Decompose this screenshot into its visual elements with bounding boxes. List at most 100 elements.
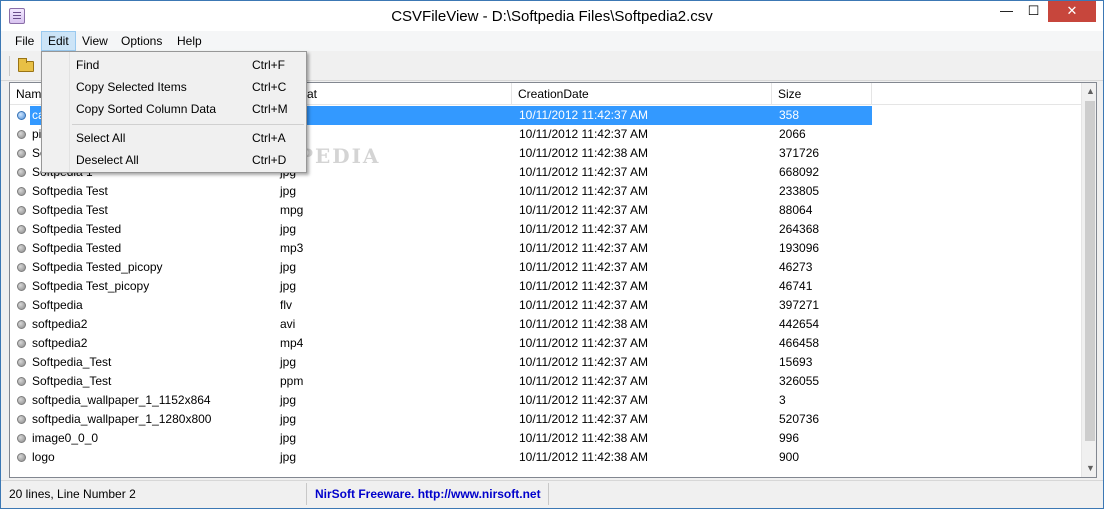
table-row[interactable]: softpedia2 mp4 10/11/2012 11:42:37 AM 46645… (10, 334, 1081, 353)
cell-creationdate: 10/11/2012 11:42:37 AM (519, 355, 648, 369)
cell-size: 326055 (779, 374, 820, 388)
menu-item-select-all[interactable]: Select All Ctrl+A (44, 127, 304, 149)
menu-edit[interactable]: Edit (41, 31, 76, 51)
cell-format: jpg (280, 431, 297, 445)
menu-item-label: Select All (76, 131, 126, 145)
cell-format: flv (280, 298, 292, 312)
table-row[interactable]: softpedia_wallpaper_1_1152x864 jpg 10/11/2… (10, 391, 1081, 410)
table-row[interactable]: Softpedia Test jpg 10/11/2012 11:42:37 AM 2… (10, 182, 1081, 201)
cell-size: 2066 (779, 127, 806, 141)
row-item-icon (17, 301, 26, 310)
row-item-icon (17, 396, 26, 405)
nirsoft-link[interactable]: NirSoft Freeware. http://www.nirsoft.net (307, 483, 549, 505)
table-row[interactable]: Softpedia Tested mp3 10/11/2012 11:42:37 A… (10, 239, 1081, 258)
table-row[interactable]: image0_0_0 jpg 10/11/2012 11:42:38 AM 996 (10, 429, 1081, 448)
row-item-icon (17, 453, 26, 462)
scroll-thumb[interactable] (1085, 101, 1095, 441)
scroll-down-icon[interactable]: ▼ (1082, 460, 1096, 477)
menu-item-label: Copy Selected Items (76, 80, 187, 94)
cell-size: 46741 (779, 279, 813, 293)
column-header-format[interactable]: Format (273, 83, 512, 105)
cell-format: jpg (280, 260, 297, 274)
app-window: CSVFileView - D:\Softpedia Files\Softped… (0, 0, 1104, 509)
table-row[interactable]: Softpedia Tested jpg 10/11/2012 11:42:37 A… (10, 220, 1081, 239)
cell-size: 668092 (779, 165, 820, 179)
cell-creationdate: 10/11/2012 11:42:37 AM (519, 203, 648, 217)
cell-size: 900 (779, 450, 800, 464)
table-row[interactable]: Softpedia_Test ppm 10/11/2012 11:42:37 AM 3… (10, 372, 1081, 391)
table-row[interactable]: Softpedia Test_picopy jpg 10/11/2012 11:42… (10, 277, 1081, 296)
table-row[interactable]: Softpedia Tested_picopy jpg 10/11/2012 11:… (10, 258, 1081, 277)
row-item-icon (17, 130, 26, 139)
menu-file[interactable]: File (9, 31, 40, 51)
cell-name: softpedia2 (32, 336, 88, 350)
cell-creationdate: 10/11/2012 11:42:38 AM (519, 146, 648, 160)
cell-creationdate: 10/11/2012 11:42:37 AM (519, 127, 648, 141)
menu-item-label: Copy Sorted Column Data (76, 102, 217, 116)
cell-name: Softpedia Test_picopy (32, 279, 150, 293)
menu-item-deselect-all[interactable]: Deselect All Ctrl+D (44, 149, 304, 171)
column-header-size[interactable]: Size (772, 83, 872, 105)
menu-view[interactable]: View (76, 31, 114, 51)
menu-bar: File Edit View Options Help (1, 31, 1103, 51)
cell-size: 466458 (779, 336, 820, 350)
window-title: CSVFileView - D:\Softpedia Files\Softped… (391, 8, 713, 25)
cell-creationdate: 10/11/2012 11:42:37 AM (519, 374, 648, 388)
toolbar-grip (9, 56, 10, 76)
row-item-icon (17, 434, 26, 443)
scroll-up-icon[interactable]: ▲ (1082, 83, 1096, 100)
cell-creationdate: 10/11/2012 11:42:37 AM (519, 184, 648, 198)
title-bar[interactable]: CSVFileView - D:\Softpedia Files\Softped… (1, 1, 1103, 31)
menu-item-shortcut: Ctrl+D (252, 153, 287, 167)
cell-size: 442654 (779, 317, 820, 331)
cell-creationdate: 10/11/2012 11:42:37 AM (519, 393, 648, 407)
cell-name: logo (32, 450, 55, 464)
menu-item-find[interactable]: Find Ctrl+F (44, 54, 304, 76)
table-row[interactable]: Softpedia flv 10/11/2012 11:42:37 AM 397271 (10, 296, 1081, 315)
row-item-icon (17, 225, 26, 234)
row-item-icon (17, 263, 26, 272)
table-row[interactable]: Softpedia Test mpg 10/11/2012 11:42:37 AM 8… (10, 201, 1081, 220)
cell-format: avi (280, 317, 296, 331)
edit-menu-dropdown: Find Ctrl+F Copy Selected Items Ctrl+C C… (41, 51, 307, 173)
menu-options[interactable]: Options (115, 31, 168, 51)
menu-item-label: Deselect All (76, 153, 139, 167)
row-item-icon (17, 358, 26, 367)
row-item-icon (17, 377, 26, 386)
column-header-creationdate[interactable]: CreationDate (512, 83, 772, 105)
vertical-scrollbar[interactable]: ▲ ▼ (1081, 83, 1096, 477)
cell-name: softpedia2 (32, 317, 88, 331)
cell-name: Softpedia Tested (32, 241, 122, 255)
minimize-button[interactable]: — (993, 1, 1020, 22)
status-line-count: 20 lines, Line Number 2 (1, 483, 307, 505)
table-row[interactable]: softpedia2 avi 10/11/2012 11:42:38 AM 44265… (10, 315, 1081, 334)
cell-name: Softpedia Tested (32, 222, 122, 236)
row-item-icon (17, 339, 26, 348)
table-row[interactable]: softpedia_wallpaper_1_1280x800 jpg 10/11/2… (10, 410, 1081, 429)
cell-creationdate: 10/11/2012 11:42:37 AM (519, 298, 648, 312)
table-row[interactable]: Softpedia_Test jpg 10/11/2012 11:42:37 AM 1… (10, 353, 1081, 372)
cell-size: 264368 (779, 222, 820, 236)
cell-creationdate: 10/11/2012 11:42:38 AM (519, 431, 648, 445)
close-button[interactable]: ✕ (1048, 1, 1096, 22)
cell-format: mp3 (280, 241, 304, 255)
cell-size: 15693 (779, 355, 813, 369)
cell-size: 46273 (779, 260, 813, 274)
row-item-icon (17, 168, 26, 177)
menu-help[interactable]: Help (171, 31, 208, 51)
cell-creationdate: 10/11/2012 11:42:37 AM (519, 222, 648, 236)
open-file-button[interactable] (15, 56, 37, 76)
menu-item-copy-selected[interactable]: Copy Selected Items Ctrl+C (44, 76, 304, 98)
cell-name: image0_0_0 (32, 431, 99, 445)
cell-format (274, 106, 512, 125)
cell-creationdate: 10/11/2012 11:42:37 AM (519, 279, 648, 293)
cell-name: Softpedia (32, 298, 83, 312)
cell-creationdate: 10/11/2012 11:42:37 AM (519, 412, 648, 426)
maximize-button[interactable]: ☐ (1020, 1, 1047, 22)
table-row[interactable]: logo jpg 10/11/2012 11:42:38 AM 900 (10, 448, 1081, 467)
cell-format: ppm (280, 374, 304, 388)
cell-creationdate: 10/11/2012 11:42:37 AM (519, 165, 648, 179)
cell-format: jpg (280, 450, 297, 464)
row-item-icon (17, 206, 26, 215)
menu-item-copy-sorted-column[interactable]: Copy Sorted Column Data Ctrl+M (44, 98, 304, 120)
